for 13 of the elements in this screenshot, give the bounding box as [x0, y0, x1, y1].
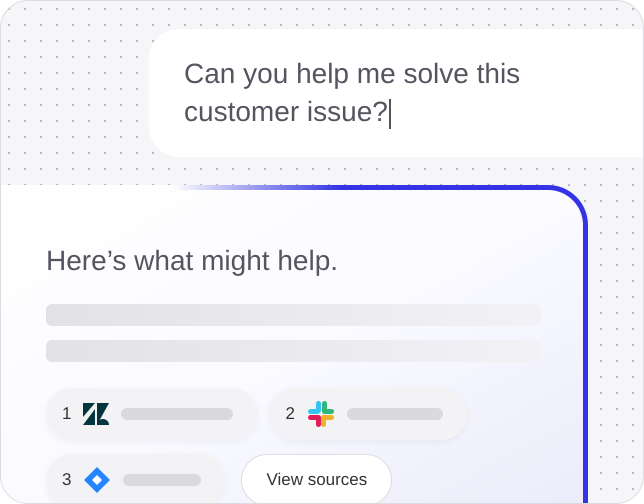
- source-number: 1: [62, 403, 72, 426]
- source-chip[interactable]: 3: [46, 454, 226, 503]
- source-number: 3: [62, 469, 72, 492]
- prompt-text: Can you help me solve this customer issue?: [184, 57, 522, 131]
- z-logo-icon: [83, 403, 110, 425]
- answer-heading: Here’s what might help.: [46, 244, 340, 278]
- view-sources-button[interactable]: View sources: [241, 454, 392, 503]
- source-number: 2: [285, 403, 295, 426]
- hash-logo-icon: [306, 400, 335, 428]
- source-chip[interactable]: 2: [269, 388, 467, 440]
- text-cursor: [388, 98, 391, 129]
- source-chip[interactable]: 1: [46, 388, 258, 440]
- diamond-logo-icon: [83, 466, 112, 494]
